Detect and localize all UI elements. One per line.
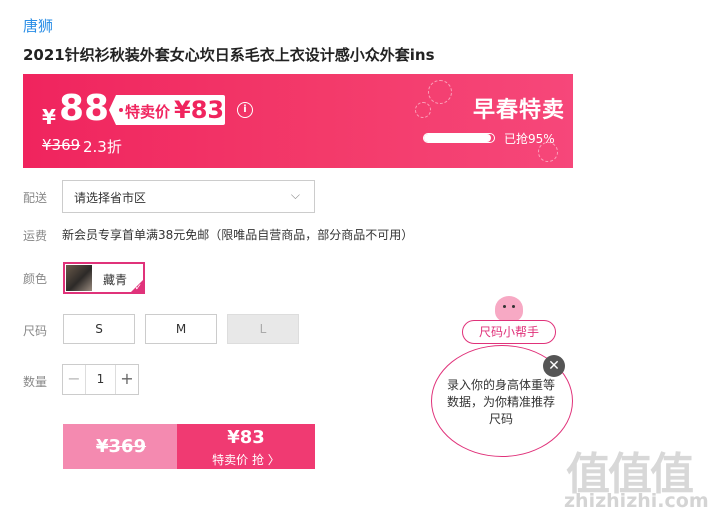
brand-link[interactable]: 唐狮 <box>23 15 53 36</box>
sale-label: 特卖价 <box>125 103 171 121</box>
sold-progress-fill <box>424 134 491 142</box>
watermark-url: zhizhizhi.com <box>564 490 709 512</box>
sold-text: 已抢95% <box>504 132 555 146</box>
buy-original-price-panel: ¥369 <box>63 424 177 469</box>
size-option-m[interactable]: M <box>145 314 217 344</box>
shipping-text: 新会员专享首单满38元免邮（限唯品自营商品，部分商品不可用） <box>62 228 414 242</box>
size-helper-text: 录入你的身高体重等数据，为你精准推荐尺码 <box>446 378 555 426</box>
region-select-value: 请选择省市区 <box>74 191 147 205</box>
color-option-name: 藏青 <box>103 273 128 287</box>
increase-button[interactable]: + <box>115 365 138 394</box>
size-option-l: L <box>227 314 299 344</box>
quantity-input[interactable]: 1 <box>86 365 115 394</box>
buy-original-price: ¥369 <box>96 436 147 457</box>
color-label: 颜色 <box>23 272 48 286</box>
buy-sale-price: ¥83 <box>227 427 265 448</box>
size-label: 尺码 <box>23 324 48 338</box>
quantity-label: 数量 <box>23 375 48 389</box>
info-icon[interactable]: i <box>237 102 253 118</box>
color-option-selected[interactable]: 藏青 ✓ <box>63 262 145 294</box>
currency-symbol: ¥ <box>42 105 56 129</box>
size-helper-tag[interactable]: 尺码小帮手 <box>462 320 556 344</box>
discount-text: 2.3折 <box>83 138 122 156</box>
decrease-button[interactable]: − <box>63 365 86 394</box>
price-banner: ¥ 88 特卖价 ¥83 i ¥369 2.3折 早春特卖 已抢95% <box>23 74 573 168</box>
product-title: 2021针织衫秋装外套女心坎日系毛衣上衣设计感小众外套ins <box>23 46 435 64</box>
firework-decoration <box>428 80 452 104</box>
region-select[interactable]: 请选择省市区 ⌵ <box>62 180 315 213</box>
sale-price: ¥83 <box>174 96 225 124</box>
firework-decoration <box>415 102 431 118</box>
current-price: 88 <box>59 88 110 129</box>
checkmark-icon: ✓ <box>134 283 142 293</box>
delivery-label: 配送 <box>23 191 48 205</box>
buy-sale-panel[interactable]: ¥83 特卖价 抢 〉 <box>177 424 315 469</box>
quantity-stepper: − 1 + <box>62 364 139 395</box>
sold-progress-bar <box>423 133 495 143</box>
mascot-icon <box>495 296 523 322</box>
shipping-label: 运费 <box>23 229 48 243</box>
sale-price-tag: 特卖价 ¥83 <box>109 95 225 125</box>
buy-button[interactable]: ¥369 ¥83 特卖价 抢 〉 <box>63 424 315 469</box>
size-option-s[interactable]: S <box>63 314 135 344</box>
color-thumbnail <box>66 265 92 291</box>
original-price: ¥369 <box>42 136 81 154</box>
promo-title: 早春特卖 <box>473 98 566 123</box>
close-icon[interactable]: ✕ <box>543 355 565 377</box>
buy-action-label: 特卖价 抢 〉 <box>212 453 280 467</box>
chevron-down-icon: ⌵ <box>290 188 300 202</box>
